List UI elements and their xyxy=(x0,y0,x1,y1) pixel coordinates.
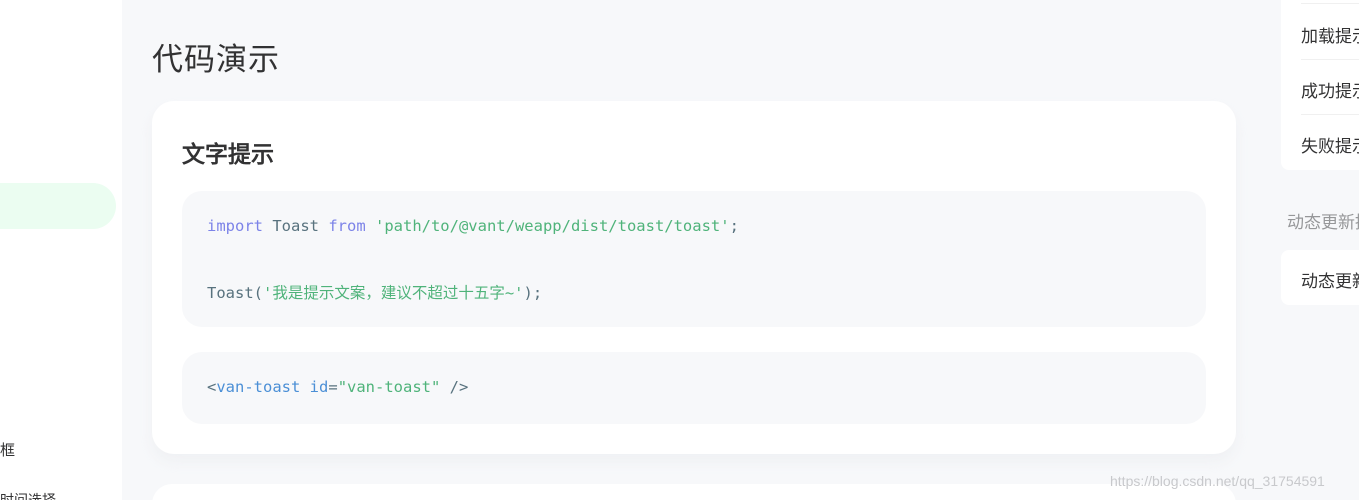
sidebar-item-time-picker[interactable]: 时间选择 xyxy=(0,490,56,500)
tag-open: < xyxy=(207,378,217,396)
nav-divider xyxy=(1301,59,1359,60)
nav-group-dynamic: 动态更新提示 xyxy=(1281,250,1359,305)
sidebar-item-dialog[interactable]: 框 xyxy=(0,439,15,460)
main-content: 代码演示 文字提示 import Toast from 'path/to/@va… xyxy=(122,0,1265,500)
code-line-van-toast-tag: <van-toast id="van-toast" /> xyxy=(207,378,468,396)
toast-call: Toast( xyxy=(207,284,263,302)
tag-name: van-toast xyxy=(216,378,301,396)
keyword-from: from xyxy=(328,217,366,235)
nav-item-fail[interactable]: 失败提示 xyxy=(1301,132,1359,157)
left-sidebar: 框 时间选择 xyxy=(0,0,122,500)
nav-divider xyxy=(1301,3,1359,4)
semicolon: ; xyxy=(729,217,739,235)
attr-value: "van-toast" xyxy=(337,378,441,396)
call-end: ); xyxy=(523,284,543,302)
watermark: https://blog.csdn.net/qq_31754591 xyxy=(1110,473,1325,489)
code-block-js: import Toast from 'path/to/@vant/weapp/d… xyxy=(182,191,1206,327)
code-block-html: <van-toast id="van-toast" /> xyxy=(182,352,1206,424)
nav-group-label: 动态更新提示 xyxy=(1287,213,1359,233)
nav-item-success[interactable]: 成功提示 xyxy=(1301,77,1359,102)
sidebar-active-item[interactable] xyxy=(0,183,116,229)
toast-message-string: '我是提示文案，建议不超过十五字~' xyxy=(263,284,524,302)
card-title: 文字提示 xyxy=(182,142,274,168)
import-path-string: 'path/to/@vant/weapp/dist/toast/toast' xyxy=(365,217,730,235)
code-line-import: import Toast from 'path/to/@vant/weapp/d… xyxy=(207,217,739,235)
nav-item-dynamic-update[interactable]: 动态更新提示 xyxy=(1301,267,1359,292)
keyword-import: import xyxy=(207,217,263,235)
page-title: 代码演示 xyxy=(152,42,280,78)
next-demo-card xyxy=(152,484,1236,500)
attr-eq: = xyxy=(328,378,338,396)
nav-group-basic: 加载提示 成功提示 失败提示 xyxy=(1281,0,1359,170)
attr-name: id xyxy=(300,378,329,396)
right-nav: 加载提示 成功提示 失败提示 动态更新提示 动态更新提示 xyxy=(1265,0,1359,500)
nav-divider xyxy=(1301,114,1359,115)
demo-card: 文字提示 import Toast from 'path/to/@vant/we… xyxy=(152,101,1236,454)
tag-close: /> xyxy=(440,378,469,396)
nav-item-loading[interactable]: 加载提示 xyxy=(1301,22,1359,47)
identifier-toast: Toast xyxy=(263,217,329,235)
code-line-toast-call: Toast('我是提示文案，建议不超过十五字~'); xyxy=(207,281,542,303)
